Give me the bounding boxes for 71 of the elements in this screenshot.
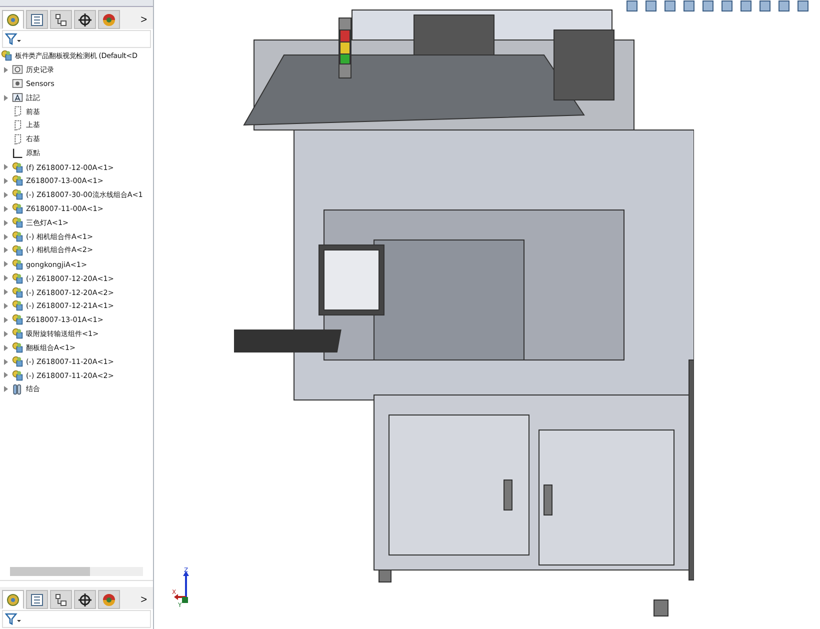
assembly-icon <box>12 342 23 354</box>
expand-arrow-icon[interactable] <box>3 344 9 351</box>
assembly-icon <box>12 272 23 284</box>
expand-arrow-icon[interactable] <box>3 275 9 282</box>
assembly-icon <box>12 175 23 186</box>
assembly-icon <box>12 217 23 228</box>
plane-icon <box>12 106 23 117</box>
color-ball-icon <box>102 12 116 26</box>
panel-tab[interactable] <box>26 590 48 609</box>
origin-icon <box>12 148 23 159</box>
assembly-icon <box>12 258 23 270</box>
assembly-icon <box>1 50 12 62</box>
assembly-icon <box>12 162 23 173</box>
plane-icon <box>12 120 23 131</box>
panel-tab[interactable] <box>50 590 72 609</box>
camera-box <box>554 30 614 100</box>
expand-arrow-icon[interactable] <box>3 261 9 268</box>
tree-icon <box>54 12 68 26</box>
panel-tab[interactable] <box>26 10 48 29</box>
filter-field[interactable] <box>2 610 151 628</box>
assembly-icon <box>12 300 23 312</box>
expand-arrow-icon[interactable] <box>3 330 9 337</box>
assembly-icon <box>12 356 23 368</box>
expand-arrow-icon[interactable] <box>3 66 9 73</box>
panel-tab[interactable] <box>74 590 96 609</box>
expand-arrow-icon[interactable] <box>3 206 9 212</box>
expand-arrow-icon[interactable] <box>3 316 9 323</box>
mates-icon <box>12 384 23 395</box>
expand-arrow-icon[interactable] <box>3 220 9 226</box>
plane-icon <box>12 134 23 145</box>
panel-tab[interactable] <box>74 10 96 29</box>
expand-arrow-icon[interactable] <box>3 289 9 296</box>
assembly-icon <box>12 370 23 381</box>
more-tabs-button[interactable]: > <box>136 590 151 609</box>
tree-icon <box>54 592 68 606</box>
filter-icon <box>5 33 21 45</box>
history-folder-icon <box>12 64 23 76</box>
panel-tab[interactable] <box>50 10 72 29</box>
expand-arrow-icon[interactable] <box>3 164 9 170</box>
expand-arrow-icon[interactable] <box>3 372 9 378</box>
assembly-icon <box>12 286 23 298</box>
expand-arrow-icon[interactable] <box>3 234 9 240</box>
more-tabs-button[interactable]: > <box>136 10 151 29</box>
color-ball-icon <box>102 592 116 606</box>
assembly-icon <box>12 231 23 242</box>
crosshair-icon <box>78 12 92 26</box>
annotation-icon <box>12 92 23 104</box>
filter-field[interactable] <box>2 30 151 48</box>
list-icon <box>30 592 44 606</box>
expand-arrow-icon[interactable] <box>3 358 9 365</box>
horizontal-scrollbar[interactable] <box>10 567 143 576</box>
scrollbar-thumb[interactable] <box>10 567 90 576</box>
assembly-icon <box>6 12 20 26</box>
signal-tower-drawing <box>338 18 352 78</box>
assembly-icon <box>12 244 23 256</box>
expand-arrow-icon[interactable] <box>3 302 9 309</box>
assembly-icon <box>6 592 20 606</box>
expand-arrow-icon[interactable] <box>3 386 9 392</box>
expand-arrow-icon[interactable] <box>3 247 9 254</box>
sensor-icon <box>12 78 23 90</box>
assembly-icon <box>12 203 23 214</box>
filter-icon <box>5 613 21 625</box>
expand-arrow-icon[interactable] <box>3 94 9 101</box>
assembly-icon <box>12 328 23 340</box>
list-icon <box>30 12 44 26</box>
assembly-icon <box>12 189 23 200</box>
expand-arrow-icon[interactable] <box>3 178 9 184</box>
expand-arrow-icon[interactable] <box>3 192 9 198</box>
assembly-icon <box>12 314 23 326</box>
crosshair-icon <box>78 592 92 606</box>
monitor-drawing <box>318 244 384 316</box>
